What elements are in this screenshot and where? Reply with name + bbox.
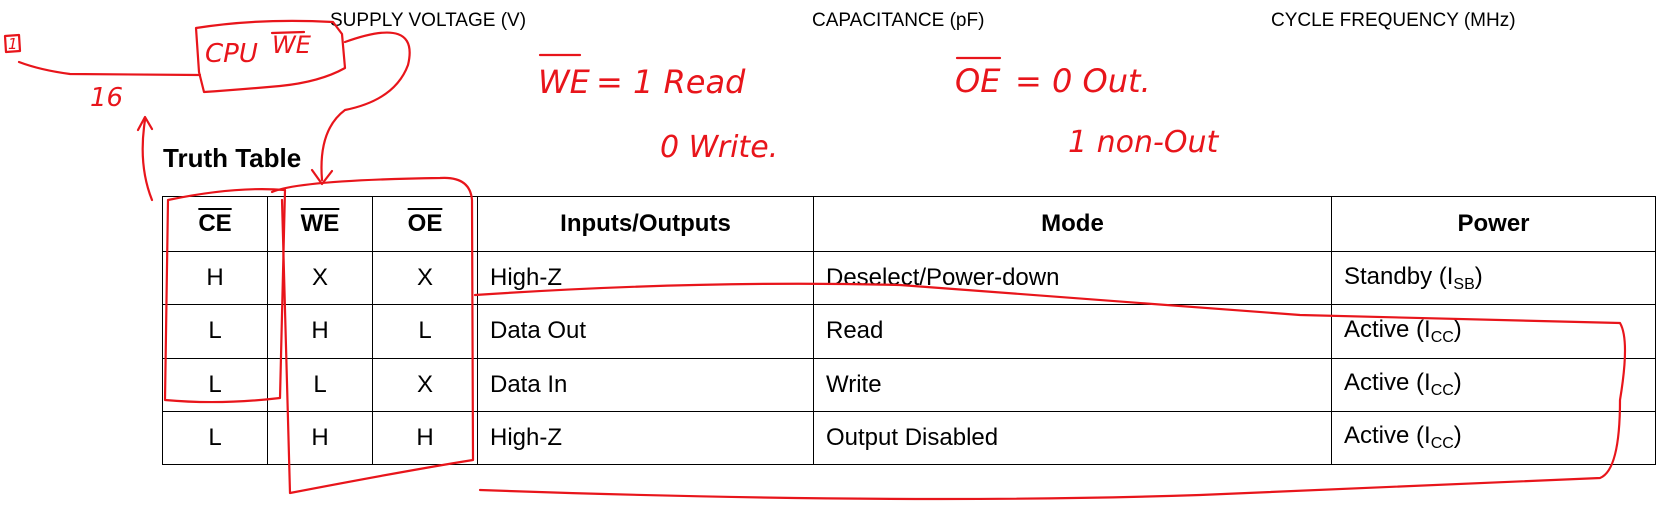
cell-power: Standby (ISB)	[1331, 250, 1656, 306]
cell-oe: X	[372, 250, 478, 306]
cell-mode: Write	[813, 357, 1332, 412]
table-header-row: CE WE OE Inputs/Outputs Mode Power	[162, 196, 1656, 252]
cell-io: Data In	[477, 357, 814, 412]
cell-we: L	[267, 357, 373, 412]
cell-ce: L	[162, 357, 268, 412]
cell-oe: L	[372, 304, 478, 359]
annotation-oe-nonout: 1 non-Out	[1068, 125, 1219, 160]
table-title: Truth Table	[163, 143, 302, 173]
cell-power: Active (ICC)	[1331, 357, 1656, 412]
cell-oe: H	[372, 410, 478, 466]
annotation-we-label: WE	[538, 63, 591, 101]
annotation-oe-label: OE	[955, 62, 1001, 100]
annotation-line	[17, 60, 202, 77]
annotation-left-arrow	[141, 118, 154, 202]
cell-mode: Deselect/Power-down	[813, 250, 1332, 306]
header-cycle-frequency: CYCLE FREQUENCY (MHz)	[1271, 10, 1516, 31]
annotation-box	[3, 33, 22, 54]
annotation-we-write: 0 Write.	[660, 130, 778, 165]
cell-mode: Output Disabled	[813, 410, 1332, 466]
column-header-mode: Mode	[813, 196, 1332, 252]
cell-power: Active (ICC)	[1331, 304, 1656, 359]
annotation-sixteen: 16	[90, 83, 123, 113]
truth-table: CE WE OE Inputs/Outputs Mode Power H X X…	[162, 196, 1656, 466]
table-row: L H L Data Out Read Active (ICC)	[162, 304, 1656, 359]
column-header-oe: OE	[372, 196, 478, 252]
cell-oe: X	[372, 357, 478, 412]
cell-io: High-Z	[477, 410, 814, 466]
cell-io: Data Out	[477, 304, 814, 359]
column-header-we: WE	[267, 196, 373, 252]
cell-we: H	[267, 410, 373, 466]
header-supply-voltage: SUPPLY VOLTAGE (V)	[330, 10, 527, 31]
cell-ce: L	[162, 410, 268, 466]
cell-mode: Read	[813, 304, 1332, 359]
table-row: L L X Data In Write Active (ICC)	[162, 357, 1656, 412]
annotation-hook-arrow	[320, 31, 411, 182]
table-row: L H H High-Z Output Disabled Active (ICC…	[162, 410, 1656, 466]
annotation-cpu-we: WE	[272, 31, 312, 59]
annotation-cpu-box	[194, 19, 347, 94]
cell-ce: H	[162, 250, 268, 306]
column-header-ce: CE	[162, 196, 268, 252]
annotation-box-label: 1	[8, 35, 18, 53]
cell-ce: L	[162, 304, 268, 359]
annotation-oe-out: = 0 Out.	[1015, 62, 1151, 100]
column-header-power: Power	[1331, 196, 1656, 252]
header-capacitance: CAPACITANCE (pF)	[812, 10, 985, 31]
cell-we: H	[267, 304, 373, 359]
table-row: H X X High-Z Deselect/Power-down Standby…	[162, 250, 1656, 306]
column-header-io: Inputs/Outputs	[477, 196, 814, 252]
cell-io: High-Z	[477, 250, 814, 306]
annotation-we-read: = 1 Read	[596, 63, 746, 101]
cell-we: X	[267, 250, 373, 306]
cell-power: Active (ICC)	[1331, 410, 1656, 466]
annotation-cpu: CPU	[205, 39, 258, 69]
